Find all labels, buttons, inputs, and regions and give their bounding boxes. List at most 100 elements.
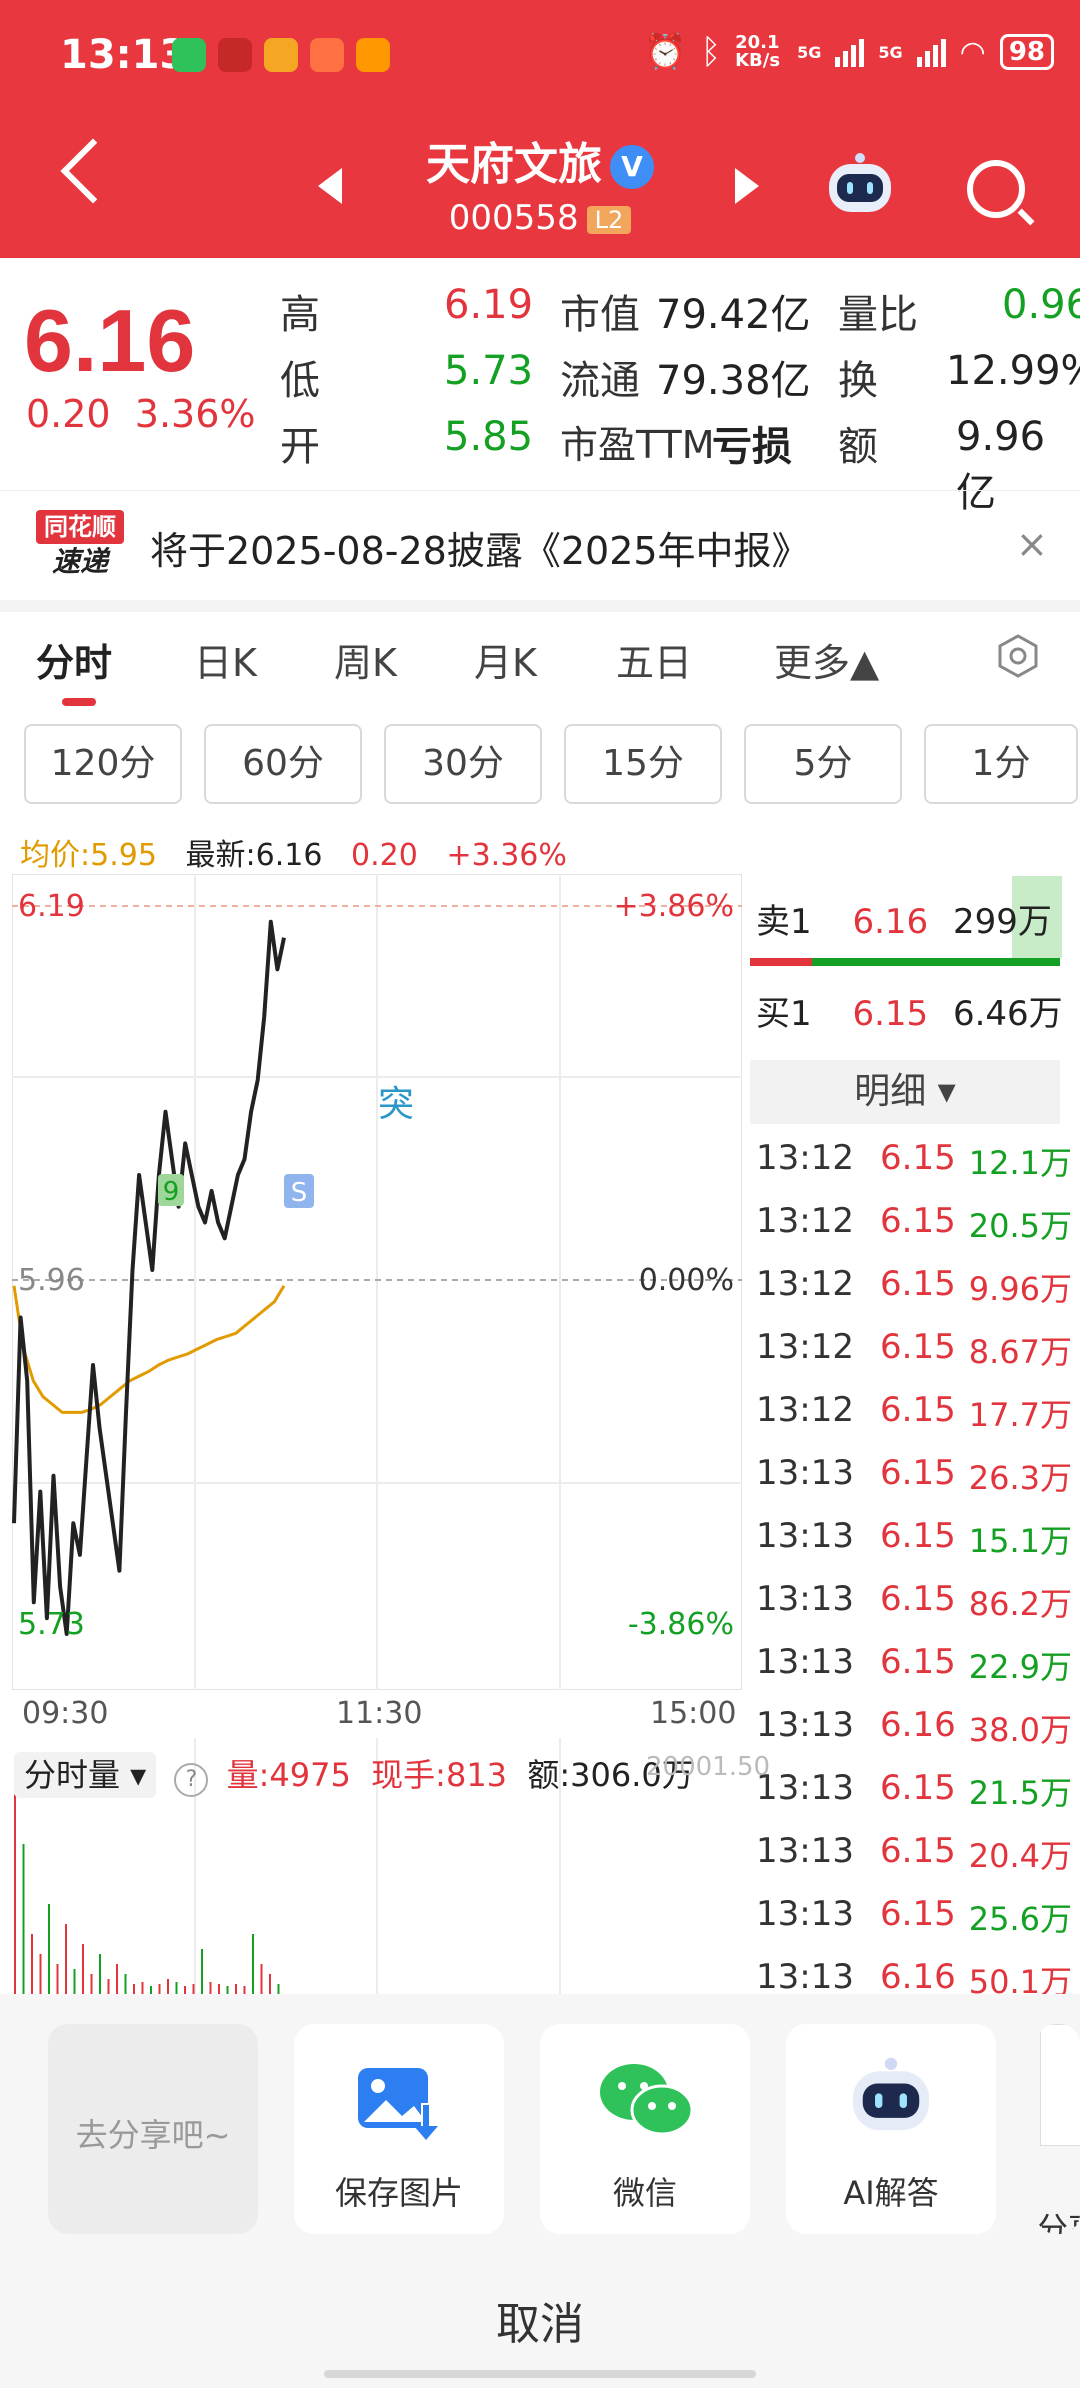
volume-bar [184,1986,186,1994]
status-time: 13:13 [60,32,188,78]
trade-price: 6.15 [880,1768,956,1808]
period-1min[interactable]: 1分 [924,724,1078,804]
period-120min[interactable]: 120分 [24,724,182,804]
save-image-label: 保存图片 [334,2174,463,2212]
cancel-button[interactable]: 取消 [0,2288,1080,2352]
stock-name: 天府文旅 [426,139,602,190]
tab-intraday[interactable]: 分时 [36,632,112,687]
trade-price: 6.15 [880,1138,956,1178]
volume-bar [150,1986,152,1994]
trade-price: 6.16 [880,1957,956,1994]
trade-volume: 9.96万 [968,1270,1072,1308]
verified-icon: V [610,145,654,189]
volume-bar [192,1984,195,1994]
period-30min[interactable]: 30分 [384,724,542,804]
trade-row: 13:12 6.15 9.96万 [756,1264,1080,1326]
share-placeholder-card[interactable]: 去分享吧~ [48,2024,258,2234]
trade-volume: 20.5万 [968,1207,1072,1245]
volume-bar [167,1979,169,1994]
trade-volume: 15.1万 [968,1522,1072,1560]
trade-time: 13:13 [756,1579,854,1619]
trade-time: 13:13 [756,1705,854,1745]
help-icon[interactable]: ? [174,1763,209,1797]
pct-mid-label: 0.00% [639,1263,734,1298]
trade-volume: 21.5万 [968,1774,1072,1812]
home-indicator[interactable] [324,2370,756,2378]
notice-text[interactable]: 将于2025-08-28披露《2025年中报》 [150,520,810,575]
x-label-midday: 11:30 [336,1696,423,1731]
ai-answer-label: AI解答 [843,2174,939,2212]
intraday-chart[interactable]: 6.19 5.96 5.73 +3.86% 0.00% -3.86% 9 S 突 [12,874,742,1690]
tab-weekly-k[interactable]: 周K [334,632,397,687]
next-stock-arrow-icon[interactable] [735,168,759,204]
trade-time: 13:12 [756,1201,854,1241]
volume-bar [31,1934,33,1994]
turnover-label: 换 [838,358,878,404]
trade-time: 13:13 [756,1957,854,1994]
trade-time: 13:13 [756,1831,854,1871]
save-image-button[interactable]: 保存图片 [294,2024,504,2234]
volume-indicator-selector[interactable]: 分时量 ▾ [14,1752,157,1798]
logo-bottom: 速递 [51,545,108,578]
detail-toggle[interactable]: 明细 ▾ [750,1060,1060,1124]
volume-bar [99,1954,101,1994]
search-icon[interactable] [967,160,1025,218]
net-type-2: 5G [878,42,903,62]
volume-bar [277,1984,280,1994]
trade-volume: 20.4万 [968,1837,1072,1875]
high-value: 6.19 [444,282,534,328]
pe-ttm-value: 亏损 [712,424,792,470]
turnover-value: 12.99% [946,348,1080,394]
trade-time: 13:13 [756,1768,854,1808]
volume-toolbar: 分时量 ▾ ? 量:4975 现手:813 额:306.0万 [14,1750,694,1798]
tab-monthly-k[interactable]: 月K [474,632,537,687]
trade-price: 6.15 [880,1642,956,1682]
wifi-icon: ◠ [959,34,986,70]
volume-ratio-label: 量比 [838,292,918,338]
period-60min[interactable]: 60分 [204,724,362,804]
sell1-label: 卖1 [756,902,812,942]
chart-info-line: 均价:5.95 最新:6.16 0.20 +3.36% [20,830,567,874]
price-change-row: 0.20 3.36% [26,392,256,436]
trade-row: 13:13 6.15 22.9万 [756,1642,1080,1704]
net-speed: 20.1 KB/s [735,32,781,71]
trade-price: 6.15 [880,1831,956,1871]
trade-detail-list[interactable]: 13:12 6.15 12.1万 13:12 6.15 20.5万 13:12 6.15 9.9… [744,1138,1080,1994]
volume-bar [235,1984,237,1994]
ai-answer-button[interactable]: AI解答 [786,2024,996,2234]
period-5min[interactable]: 5分 [744,724,902,804]
trade-volume: 22.9万 [968,1648,1072,1686]
trade-row: 13:13 6.15 20.4万 [756,1831,1080,1893]
app-notification-icon [218,38,252,72]
tab-more[interactable]: 更多▲ [774,632,879,687]
volume-ratio-value: 0.96 [1002,282,1080,328]
app-notification-icon [310,38,344,72]
trade-volume: 26.3万 [968,1459,1072,1497]
current-hand-value: 现手:813 [371,1756,508,1794]
tab-daily-k[interactable]: 日K [194,632,257,687]
order-book-panel: 卖1 6.16 299万 买1 6.15 6.46万 明细 ▾ 13:12 6.1… [744,874,1080,1994]
close-icon[interactable]: × [1016,522,1048,566]
status-indicators: ⏰ ᛒ 20.1 KB/s 5G 5G ◠ 98 [644,32,1054,72]
low-label: 低 [280,358,320,404]
volume-bar [158,1984,161,1994]
volume-bar [39,1954,42,1994]
trade-row: 13:13 6.15 21.5万 [756,1768,1080,1830]
share-more-card[interactable]: 分享 [1036,2024,1080,2234]
wechat-share-button[interactable]: 微信 [540,2024,750,2234]
share-more-label: 分享 [1036,2210,1080,2234]
pct-top-label: +3.86% [614,889,734,924]
period-15min[interactable]: 15分 [564,724,722,804]
volume-bar [14,1794,16,1994]
buy1-volume: 6.46万 [952,994,1063,1034]
market-cap-value: 79.42亿 [656,292,811,338]
ai-robot-icon[interactable] [825,152,895,218]
chart-settings-icon[interactable] [996,634,1040,678]
trade-time: 13:13 [756,1453,854,1493]
tab-five-day[interactable]: 五日 [616,632,692,687]
volume-bar [56,1964,59,1994]
trade-row: 13:12 6.15 20.5万 [756,1201,1080,1263]
trade-row: 13:12 6.15 17.7万 [756,1390,1080,1452]
low-value: 5.73 [444,348,534,394]
trade-volume: 86.2万 [968,1585,1072,1623]
